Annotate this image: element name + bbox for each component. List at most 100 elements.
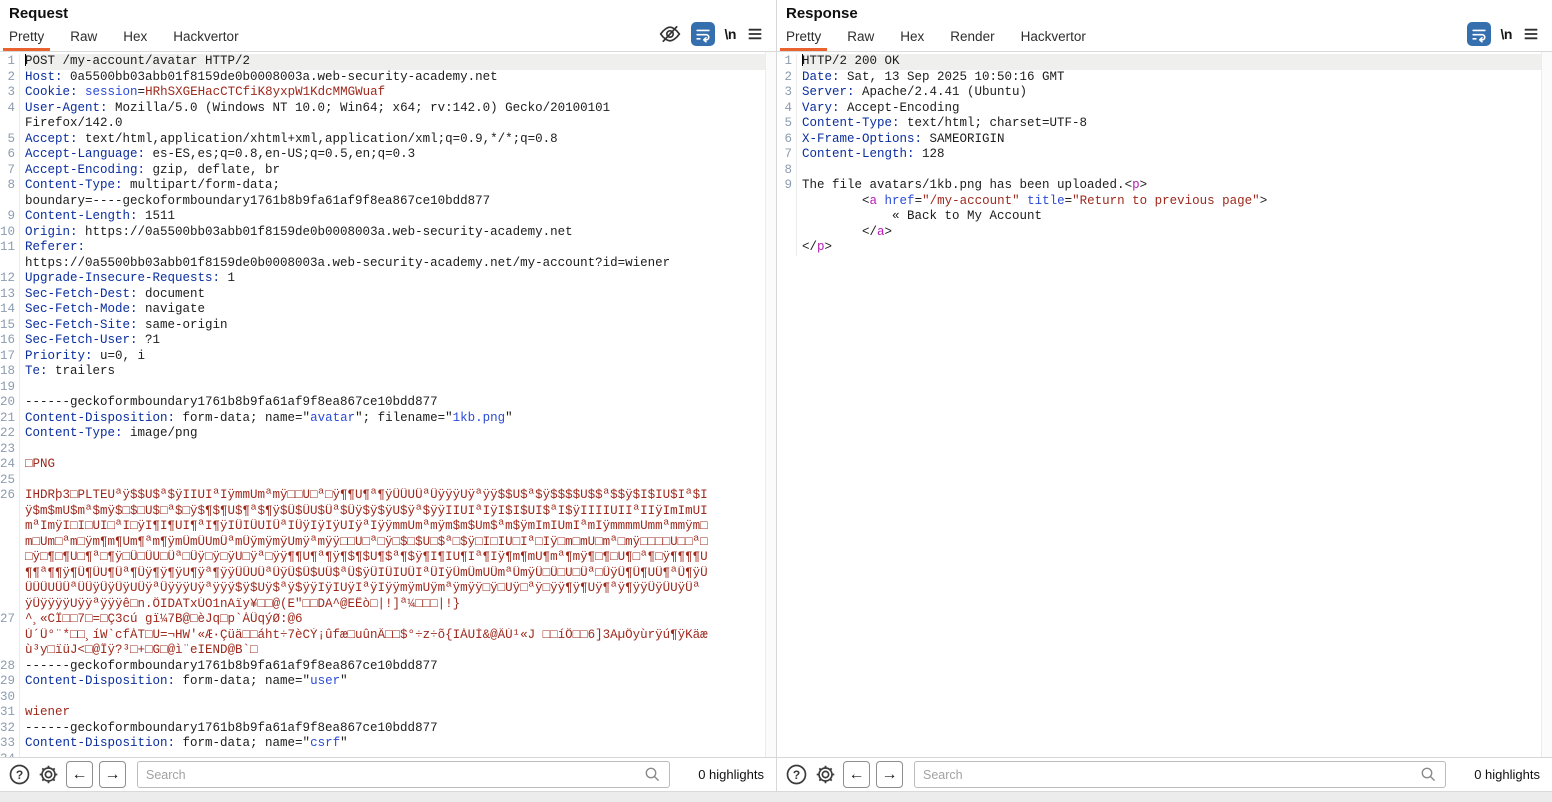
menu-icon[interactable] xyxy=(1522,25,1540,43)
code-line[interactable]: 12Upgrade-Insecure-Requests: 1 xyxy=(0,271,765,287)
gear-icon[interactable] xyxy=(814,763,837,786)
tab-pretty[interactable]: Pretty xyxy=(3,29,50,51)
code-line[interactable]: 20------geckoformboundary1761b8b9fa61af9… xyxy=(0,395,765,411)
code-line[interactable]: 17Priority: u=0, i xyxy=(0,349,765,365)
code-line[interactable]: ù³y□ïüJ<□@Îÿ?³□+□G□@ì¨eIEND@B`□ xyxy=(0,643,765,659)
code-line[interactable]: 9The file avatars/1kb.png has been uploa… xyxy=(777,178,1541,194)
newline-icon[interactable]: \n xyxy=(725,26,736,42)
code-line[interactable]: 5Accept: text/html,application/xhtml+xml… xyxy=(0,132,765,148)
search-prev-button[interactable]: ← xyxy=(843,761,870,788)
code-line[interactable]: https://0a5500bb03abb01f8159de0b0008003a… xyxy=(0,256,765,272)
code-line[interactable]: 28------geckoformboundary1761b8b9fa61af9… xyxy=(0,659,765,675)
code-line[interactable]: 26IHDRþ3□PLTEUªÿ$$U$ª$ÿIIUIªIÿmmUmªmÿ□□U… xyxy=(0,488,765,504)
search-prev-button[interactable]: ← xyxy=(66,761,93,788)
tab-raw[interactable]: Raw xyxy=(64,29,103,51)
code-line[interactable]: 2Date: Sat, 13 Sep 2025 10:50:16 GMT xyxy=(777,70,1541,86)
code-line[interactable]: 4Vary: Accept-Encoding xyxy=(777,101,1541,117)
code-line[interactable]: boundary=----geckoformboundary1761b8b9fa… xyxy=(0,194,765,210)
request-search-input[interactable] xyxy=(146,768,644,782)
code-line[interactable]: Ù´Ü°¨*□□¸íW`cfÀT□U=¬HW'«Æ·Çüä□□áht÷7èCÝ¡… xyxy=(0,628,765,644)
code-text: mªImÿI□I□UI□ªI□ÿI¶I¶UI¶ªI¶ÿIÛIÛUIÛªIÛÿIÿ… xyxy=(25,519,765,535)
line-number xyxy=(0,566,20,582)
request-editor[interactable]: 1POST /my-account/avatar HTTP/22Host: 0a… xyxy=(0,52,776,757)
code-line[interactable]: 11Referer: xyxy=(0,240,765,256)
line-number xyxy=(0,256,20,272)
help-icon[interactable]: ? xyxy=(8,763,31,786)
search-next-button[interactable]: → xyxy=(99,761,126,788)
word-wrap-icon[interactable] xyxy=(691,22,715,46)
code-line[interactable]: 9Content-Length: 1511 xyxy=(0,209,765,225)
search-next-button[interactable]: → xyxy=(876,761,903,788)
code-line[interactable]: 16Sec-Fetch-User: ?1 xyxy=(0,333,765,349)
code-line[interactable]: 27^¸«CÏ□□7□=□Ç3cú gï¼7B@□èJq□p`ÀÜqýØ:@6 xyxy=(0,612,765,628)
code-line[interactable]: 8Content-Type: multipart/form-data; xyxy=(0,178,765,194)
gear-icon[interactable] xyxy=(37,763,60,786)
code-line[interactable]: 31wiener xyxy=(0,705,765,721)
request-scrollbar[interactable] xyxy=(765,52,776,757)
code-line[interactable]: 7Content-Length: 128 xyxy=(777,147,1541,163)
code-line[interactable]: 14Sec-Fetch-Mode: navigate xyxy=(0,302,765,318)
code-line[interactable]: 3Server: Apache/2.4.41 (Ubuntu) xyxy=(777,85,1541,101)
code-line[interactable]: <a href="/my-account" title="Return to p… xyxy=(777,194,1541,210)
tab-hackvertor[interactable]: Hackvertor xyxy=(1015,29,1092,51)
response-editor[interactable]: 1HTTP/2 200 OK2Date: Sat, 13 Sep 2025 10… xyxy=(777,52,1552,757)
code-line[interactable]: 18Te: trailers xyxy=(0,364,765,380)
line-number: 1 xyxy=(0,54,20,70)
code-line[interactable]: 3Cookie: session=HRhSXGEHacCTCfiK8yxpW1K… xyxy=(0,85,765,101)
code-line[interactable]: Firefox/142.0 xyxy=(0,116,765,132)
response-search-input[interactable] xyxy=(923,768,1420,782)
code-line[interactable]: « Back to My Account xyxy=(777,209,1541,225)
word-wrap-icon[interactable] xyxy=(1467,22,1491,46)
hide-eye-icon[interactable] xyxy=(659,23,681,45)
code-line[interactable]: 24□PNG xyxy=(0,457,765,473)
code-line[interactable]: 33Content-Disposition: form-data; name="… xyxy=(0,736,765,752)
code-text: X-Frame-Options: SAMEORIGIN xyxy=(802,132,1541,148)
code-line[interactable]: mªImÿI□I□UI□ªI□ÿI¶I¶UI¶ªI¶ÿIÛIÛUIÛªIÛÿIÿ… xyxy=(0,519,765,535)
line-number: 5 xyxy=(0,132,20,148)
tab-render[interactable]: Render xyxy=(944,29,1000,51)
request-highlight-count: 0 highlights xyxy=(676,767,764,782)
code-text: Server: Apache/2.4.41 (Ubuntu) xyxy=(802,85,1541,101)
line-number: 10 xyxy=(0,225,20,241)
code-line[interactable]: 4User-Agent: Mozilla/5.0 (Windows NT 10.… xyxy=(0,101,765,117)
code-line[interactable]: 19 xyxy=(0,380,765,396)
code-line[interactable]: 6X-Frame-Options: SAMEORIGIN xyxy=(777,132,1541,148)
tab-raw[interactable]: Raw xyxy=(841,29,880,51)
code-line[interactable]: 1POST /my-account/avatar HTTP/2 xyxy=(0,54,765,70)
code-text: ÿÛÿÿÿÿUÿÿªÿÿÿê□n.ÔIDATxÚO1nAïy¥□□@(E"□□D… xyxy=(25,597,765,613)
code-line[interactable]: 32------geckoformboundary1761b8b9fa61af9… xyxy=(0,721,765,737)
code-line[interactable]: 29Content-Disposition: form-data; name="… xyxy=(0,674,765,690)
code-line[interactable]: 10Origin: https://0a5500bb03abb01f8159de… xyxy=(0,225,765,241)
tab-hackvertor[interactable]: Hackvertor xyxy=(167,29,244,51)
code-line[interactable]: 1HTTP/2 200 OK xyxy=(777,54,1541,70)
tab-hex[interactable]: Hex xyxy=(117,29,153,51)
code-line[interactable]: 6Accept-Language: es-ES,es;q=0.8,en-US;q… xyxy=(0,147,765,163)
code-line[interactable]: 21Content-Disposition: form-data; name="… xyxy=(0,411,765,427)
newline-icon[interactable]: \n xyxy=(1501,26,1512,42)
code-line[interactable]: 25 xyxy=(0,473,765,489)
code-line[interactable]: m□Um□ªm□ÿm¶m¶Um¶ªm¶ÿmÛmÛUmÛªmÛÿmÿmÿUmÿªm… xyxy=(0,535,765,551)
code-line[interactable]: ÿ$m$mU$mª$mÿ$□$□U$□ª$□ÿ$¶$¶U$¶ª$¶ÿ$Û$ÛU$… xyxy=(0,504,765,520)
code-line[interactable]: 22Content-Type: image/png xyxy=(0,426,765,442)
code-line[interactable]: ¶¶ª¶¶ÿ¶Û¶ÛU¶Ûª¶Ûÿ¶ÿ¶ÿU¶ÿª¶ÿÿÛÛUÛªÛÿÛ$Û$U… xyxy=(0,566,765,582)
response-scrollbar[interactable] xyxy=(1541,52,1552,757)
code-line[interactable]: 5Content-Type: text/html; charset=UTF-8 xyxy=(777,116,1541,132)
tab-pretty[interactable]: Pretty xyxy=(780,29,827,51)
code-text: </p> xyxy=(802,240,1541,256)
code-line[interactable]: 2Host: 0a5500bb03abb01f8159de0b0008003a.… xyxy=(0,70,765,86)
code-line[interactable]: 13Sec-Fetch-Dest: document xyxy=(0,287,765,303)
menu-icon[interactable] xyxy=(746,25,764,43)
code-line[interactable]: 30 xyxy=(0,690,765,706)
help-icon[interactable]: ? xyxy=(785,763,808,786)
code-line[interactable]: </a> xyxy=(777,225,1541,241)
tab-hex[interactable]: Hex xyxy=(894,29,930,51)
code-line[interactable]: 15Sec-Fetch-Site: same-origin xyxy=(0,318,765,334)
code-line[interactable]: ÿÛÿÿÿÿUÿÿªÿÿÿê□n.ÔIDATxÚO1nAïy¥□□@(E"□□D… xyxy=(0,597,765,613)
code-line[interactable]: □ÿ□¶□¶U□¶ª□¶ÿ□Û□ÛU□Ûª□Ûÿ□ÿ□ÿU□ÿª□ÿÿ¶¶U¶ª… xyxy=(0,550,765,566)
code-line[interactable]: 7Accept-Encoding: gzip, deflate, br xyxy=(0,163,765,179)
code-line[interactable]: 23 xyxy=(0,442,765,458)
code-line[interactable]: 8 xyxy=(777,163,1541,179)
code-line[interactable]: ÛÛÛUÛÛªÛÛÿÛÿÛÿUÛÿªÛÿÿÿUÿªÿÿÿ$ÿ$Uÿ$ªÿ$ÿÿI… xyxy=(0,581,765,597)
code-line[interactable]: </p> xyxy=(777,240,1541,256)
response-panel: Response PrettyRawHexRenderHackvertor \n xyxy=(776,0,1552,791)
